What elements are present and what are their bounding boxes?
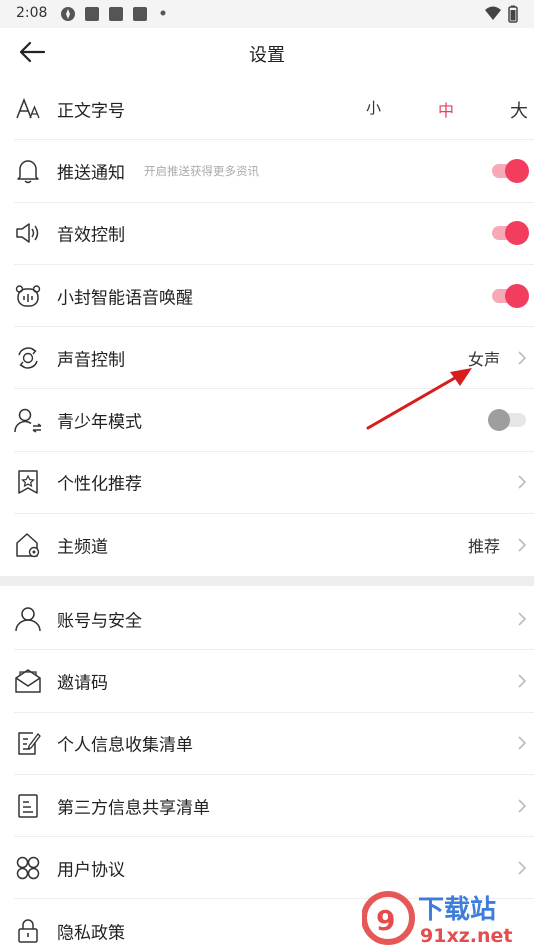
font-size-options: 小 中 大 [354,94,534,124]
voice-control-row[interactable]: 声音控制 女声 [14,327,534,390]
watermark-logo-icon: 9 下载站 91xz.net [362,891,512,947]
personalized-recommendation-row[interactable]: 个性化推荐 [14,452,534,515]
youth-mode-toggle[interactable] [488,408,526,432]
wifi-icon [485,6,501,20]
envelope-icon [14,667,42,695]
push-notification-toggle[interactable] [492,158,529,183]
status-time: 2:08 [16,5,48,21]
voice-assistant-icon [14,282,42,310]
star-bookmark-icon [14,468,42,496]
home-channel-icon [14,531,42,559]
notification-square-icon [133,7,147,21]
push-notification-label: 推送通知 [57,163,125,184]
group-separator [0,576,534,586]
voice-wake-toggle[interactable] [492,283,529,308]
main-channel-row[interactable]: 主频道 推荐 [14,514,534,576]
watermark-domain: 91xz.net [420,925,512,947]
youth-user-icon [14,406,42,434]
youth-mode-row[interactable]: 青少年模式 [14,389,534,452]
font-size-small-option[interactable]: 小 [366,97,381,118]
clover-icon [14,854,42,882]
voice-switch-icon [14,344,42,372]
chevron-right-icon [518,736,527,750]
user-agreement-label: 用户协议 [57,860,125,881]
personalized-recommendation-label: 个性化推荐 [57,474,142,495]
chevron-right-icon [518,538,527,552]
lock-icon [14,917,42,945]
sound-effects-row[interactable]: 音效控制 [14,203,534,265]
main-channel-label: 主频道 [57,537,108,558]
sound-effects-toggle[interactable] [492,221,529,246]
chevron-right-icon [518,351,527,365]
personal-info-list-row[interactable]: 个人信息收集清单 [14,713,534,775]
watermark-brand: 下载站 [418,895,496,925]
chevron-right-icon [518,475,527,489]
chevron-right-icon [518,861,527,875]
user-icon [14,605,42,633]
header: 设置 [0,28,534,76]
document-list-icon [14,792,42,820]
chevron-right-icon [518,674,527,688]
notification-square-icon [85,7,99,21]
status-bar: 2:08 [0,0,534,28]
notification-square-icon [109,7,123,21]
font-size-medium-option[interactable]: 中 [438,97,454,121]
font-size-row: 正文字号 小 中 大 [14,78,534,141]
account-security-row[interactable]: 账号与安全 [14,588,534,651]
settings-list: 正文字号 小 中 大 推送通知 开启推送获得更多资讯 音效控制 小封智能语音唤醒 [0,78,534,576]
voice-wake-label: 小封智能语音唤醒 [57,288,193,309]
invite-code-label: 邀请码 [57,673,108,694]
chevron-right-icon [518,798,527,813]
third-party-sharing-row[interactable]: 第三方信息共享清单 [14,775,534,838]
third-party-sharing-label: 第三方信息共享清单 [57,798,210,819]
push-notification-hint: 开启推送获得更多资讯 [144,163,259,178]
svg-text:9: 9 [376,904,395,937]
push-notification-row[interactable]: 推送通知 开启推送获得更多资讯 [14,140,534,203]
personal-info-list-label: 个人信息收集清单 [57,735,193,756]
more-notifications-dot-icon [160,10,166,16]
invite-code-row[interactable]: 邀请码 [14,650,534,713]
main-channel-value: 推荐 [467,537,500,557]
font-size-icon [14,95,42,123]
font-size-label: 正文字号 [57,101,125,122]
youth-mode-label: 青少年模式 [57,412,142,433]
battery-icon [508,5,518,23]
voice-wake-row[interactable]: 小封智能语音唤醒 [14,265,534,328]
sound-effects-label: 音效控制 [57,225,125,246]
bell-icon [14,157,42,185]
speaker-icon [14,219,42,247]
privacy-policy-label: 隐私政策 [57,923,125,944]
voice-control-label: 声音控制 [57,350,125,371]
chevron-right-icon [518,612,527,626]
account-security-label: 账号与安全 [57,611,142,632]
voice-control-value: 女声 [467,349,500,369]
page-title: 设置 [249,45,285,66]
font-size-large-option[interactable]: 大 [510,97,528,123]
app-notification-icon [61,7,75,21]
status-indicators [484,5,518,23]
edit-document-icon [14,729,42,757]
